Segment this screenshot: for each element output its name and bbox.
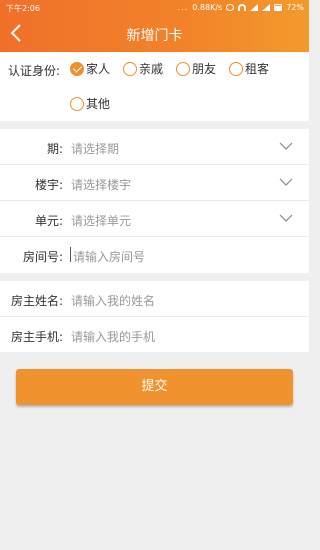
- status-right: ... 0.88K/s 72%: [178, 3, 304, 12]
- period-row[interactable]: 期: 请选择期: [0, 129, 309, 165]
- room-label: 房间号:: [22, 250, 63, 264]
- radio-label: 租客: [245, 62, 270, 76]
- identity-section: 认证身份: 家人 亲戚 朋友 租客 其他: [0, 52, 309, 121]
- address-section: 期: 请选择期 楼宇: 请选择楼宇 单元: 请选择单元 房间号: 请输入房间号: [0, 129, 309, 273]
- building-label: 楼宇:: [34, 178, 63, 192]
- circle-icon: [229, 61, 243, 76]
- circle-icon: [176, 61, 190, 76]
- chevron-down-icon[interactable]: [279, 214, 293, 222]
- building-select[interactable]: 请选择楼宇: [71, 176, 131, 193]
- owner-name-input[interactable]: 请输入我的姓名: [71, 292, 155, 309]
- radio-label: 朋友: [192, 62, 217, 76]
- chevron-down-icon[interactable]: [279, 142, 293, 150]
- owner-section: 房主姓名: 请输入我的姓名 房主手机: 请输入我的手机: [0, 281, 309, 352]
- wifi-icon: [238, 4, 247, 11]
- radio-other[interactable]: 其他: [70, 95, 110, 112]
- unit-select[interactable]: 请选择单元: [71, 212, 131, 229]
- radio-relative[interactable]: 亲戚: [123, 60, 163, 77]
- radio-tenant[interactable]: 租客: [229, 60, 269, 77]
- circle-icon: [70, 96, 84, 111]
- room-row[interactable]: 房间号: 请输入房间号: [0, 237, 309, 273]
- unit-row[interactable]: 单元: 请选择单元: [0, 201, 309, 237]
- room-input[interactable]: 请输入房间号: [73, 248, 145, 265]
- status-dots: ...: [177, 3, 189, 12]
- radio-family[interactable]: 家人: [70, 60, 110, 77]
- submit-button[interactable]: 提交: [16, 369, 293, 405]
- owner-name-label: 房主姓名:: [10, 294, 63, 308]
- network-speed: 0.88K/s: [192, 3, 223, 12]
- page-title: 新增门卡: [126, 28, 183, 44]
- battery-icon: [274, 4, 283, 11]
- text-cursor: [70, 247, 71, 262]
- header-bar: 下午2:06 ... 0.88K/s 72% 新增门卡: [0, 0, 309, 52]
- period-label: 期:: [46, 142, 63, 156]
- signal-icon: [250, 4, 259, 11]
- signal-2-icon: [262, 4, 271, 11]
- radio-label: 亲戚: [139, 62, 164, 76]
- radio-label: 家人: [86, 62, 111, 76]
- identity-label: 认证身份:: [8, 64, 61, 78]
- owner-name-row[interactable]: 房主姓名: 请输入我的姓名: [0, 281, 309, 317]
- alarm-clock-icon: [226, 4, 235, 11]
- checked-circle-icon: [70, 61, 84, 76]
- battery-percent: 72%: [286, 3, 304, 12]
- status-bar: 下午2:06 ... 0.88K/s 72%: [0, 0, 309, 16]
- owner-phone-row[interactable]: 房主手机: 请输入我的手机: [0, 317, 309, 353]
- building-row[interactable]: 楼宇: 请选择楼宇: [0, 165, 309, 201]
- period-select[interactable]: 请选择期: [71, 140, 119, 157]
- radio-label: 其他: [86, 97, 111, 111]
- unit-label: 单元:: [34, 214, 63, 228]
- radio-friend[interactable]: 朋友: [176, 60, 216, 77]
- owner-phone-label: 房主手机:: [10, 330, 63, 344]
- owner-phone-input[interactable]: 请输入我的手机: [71, 328, 155, 345]
- chevron-down-icon[interactable]: [279, 178, 293, 186]
- circle-icon: [123, 61, 137, 76]
- status-time: 下午2:06: [6, 4, 40, 13]
